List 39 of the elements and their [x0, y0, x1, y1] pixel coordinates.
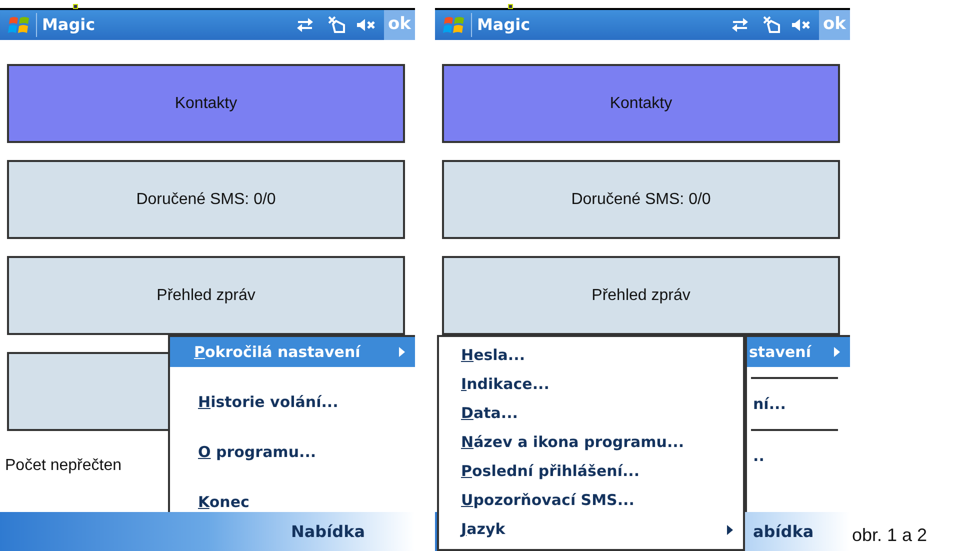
- menu-item[interactable]: ..: [751, 441, 846, 471]
- speaker-muted-icon[interactable]: [356, 17, 376, 33]
- phone-off-icon[interactable]: [761, 16, 781, 34]
- menu-item[interactable]: Konec: [174, 487, 411, 517]
- menu-button[interactable]: Kontakty: [7, 64, 405, 143]
- menu-item[interactable]: Pokročilá nastavení: [170, 337, 415, 367]
- menu-button[interactable]: Kontakty: [442, 64, 840, 143]
- menu-item[interactable]: Jazyk: [461, 515, 733, 544]
- menu-item[interactable]: Data...: [461, 399, 733, 428]
- status-text: Počet nepřečten: [5, 456, 122, 476]
- menu-button[interactable]: Přehled zpráv: [442, 256, 840, 335]
- submenu-arrow-icon: [834, 347, 840, 357]
- menu-softkey[interactable]: Nabídka: [290, 520, 365, 544]
- menu-item[interactable]: O programu...: [174, 437, 411, 467]
- menu-item[interactable]: ní...: [751, 389, 846, 419]
- windows-flag-icon[interactable]: [8, 15, 30, 35]
- menu-item[interactable]: Název a ikona programu...: [461, 428, 733, 457]
- phone-off-icon[interactable]: [326, 16, 346, 34]
- window-title: Magic: [477, 14, 530, 36]
- connectivity-icon[interactable]: [296, 17, 314, 33]
- menu-button[interactable]: Doručené SMS: 0/0: [7, 160, 405, 239]
- submenu-arrow-icon: [399, 347, 405, 357]
- window-title: Magic: [42, 14, 96, 36]
- windows-flag-icon[interactable]: [443, 15, 465, 35]
- menu-item[interactable]: stavení: [747, 337, 850, 367]
- menu-item[interactable]: Poslední přihlášení...: [461, 457, 733, 486]
- notification-indicator-icon: [73, 4, 78, 9]
- menu-item[interactable]: Hesla...: [461, 341, 733, 370]
- notification-indicator-icon: [508, 4, 513, 9]
- figure-caption: obr. 1 a 2: [852, 524, 928, 547]
- menu-softkey[interactable]: abídka: [753, 520, 814, 544]
- menu-button[interactable]: Doručené SMS: 0/0: [442, 160, 840, 239]
- speaker-muted-icon[interactable]: [791, 17, 811, 33]
- menu-item[interactable]: Indikace...: [461, 370, 733, 399]
- menu-item[interactable]: Historie volání...: [174, 387, 411, 417]
- submenu-arrow-icon: [727, 524, 733, 534]
- menu-item[interactable]: Upozorňovací SMS...: [461, 486, 733, 515]
- menu-button[interactable]: Přehled zpráv: [7, 256, 405, 335]
- connectivity-icon[interactable]: [731, 17, 749, 33]
